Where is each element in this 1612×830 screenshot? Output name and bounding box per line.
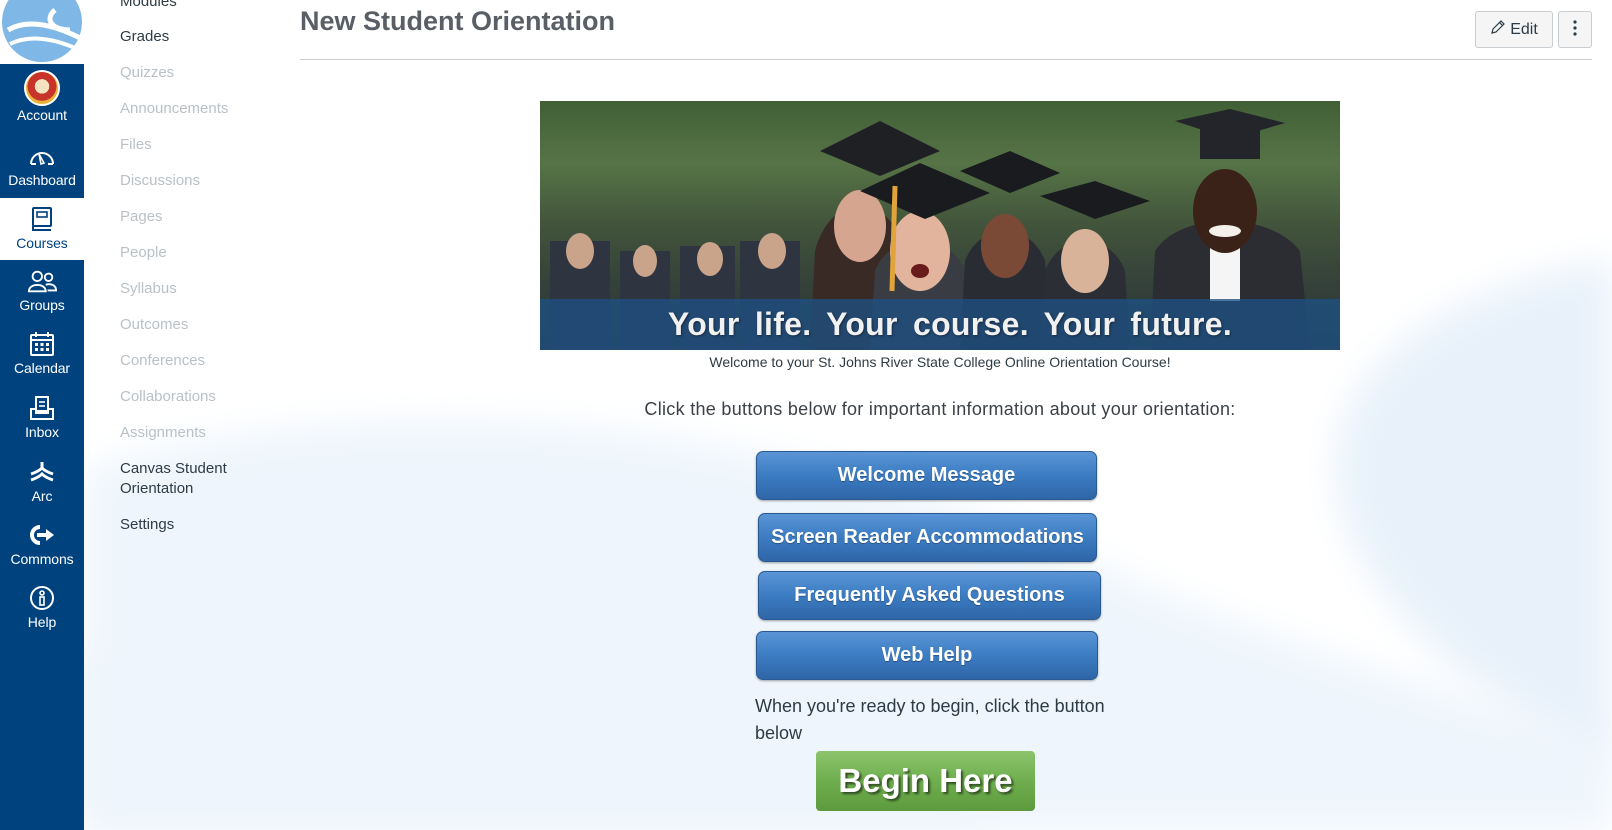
- nav-commons[interactable]: Commons: [0, 514, 84, 576]
- nav-inbox-label: Inbox: [25, 424, 59, 440]
- nav-inbox[interactable]: Inbox: [0, 387, 84, 449]
- nav-account-label: Account: [17, 107, 67, 123]
- edit-label: Edit: [1510, 20, 1538, 38]
- nav-calendar-label: Calendar: [13, 360, 70, 376]
- nav-account[interactable]: Account: [0, 64, 84, 132]
- calendar-icon: [27, 329, 57, 359]
- faq-button[interactable]: Frequently Asked Questions: [758, 571, 1101, 620]
- welcome-message-button[interactable]: Welcome Message: [756, 451, 1097, 500]
- nav-courses-label: Courses: [16, 235, 68, 251]
- commons-icon: [27, 520, 57, 550]
- nav-groups-label: Groups: [19, 297, 65, 313]
- course-nav-discussions[interactable]: Discussions: [120, 171, 200, 191]
- page-title: New Student Orientation: [300, 6, 616, 36]
- nav-help[interactable]: Help: [0, 577, 84, 639]
- course-nav-modules[interactable]: Modules: [120, 0, 177, 12]
- pencil-icon: [1490, 19, 1506, 40]
- course-nav-quizzes[interactable]: Quizzes: [120, 63, 174, 83]
- nav-dashboard[interactable]: Dashboard: [0, 135, 84, 197]
- header-divider: [300, 59, 1592, 60]
- instructions-text: Click the buttons below for important in…: [644, 399, 1236, 419]
- ready-to-begin-text: When you're ready to begin, click the bu…: [755, 696, 1105, 743]
- college-logo[interactable]: [0, 0, 84, 64]
- course-nav-people[interactable]: People: [120, 243, 167, 263]
- nav-commons-label: Commons: [10, 551, 74, 567]
- avatar: [24, 70, 60, 106]
- course-nav-outcomes[interactable]: Outcomes: [120, 315, 188, 335]
- wave-logo-icon: [2, 0, 84, 62]
- course-nav-syllabus[interactable]: Syllabus: [120, 279, 177, 299]
- nav-help-label: Help: [27, 614, 57, 630]
- nav-groups[interactable]: Groups: [0, 260, 84, 322]
- banner-tagline-strip: Your life. Your course. Your future.: [540, 299, 1340, 350]
- course-nav-grades[interactable]: Grades: [120, 27, 169, 47]
- course-nav-files[interactable]: Files: [120, 135, 152, 155]
- banner-tagline: Your life. Your course. Your future.: [667, 306, 1233, 342]
- global-navigation: Account Dashboard Courses Groups Calenda…: [0, 0, 84, 830]
- nav-calendar[interactable]: Calendar: [0, 323, 84, 385]
- welcome-caption: Welcome to your St. Johns River State Co…: [709, 354, 1171, 370]
- arc-icon: [27, 457, 57, 487]
- nav-dashboard-label: Dashboard: [8, 172, 76, 188]
- begin-here-button[interactable]: Begin Here: [816, 751, 1035, 811]
- course-nav-canvas-student-orientation[interactable]: Canvas Student Orientation: [120, 459, 250, 499]
- course-nav-assignments[interactable]: Assignments: [120, 423, 206, 443]
- nav-courses[interactable]: Courses: [0, 198, 84, 260]
- groups-icon: [27, 266, 57, 296]
- more-options-button[interactable]: [1558, 11, 1592, 48]
- dashboard-gauge-icon: [27, 141, 57, 171]
- nav-arc[interactable]: Arc: [0, 451, 84, 513]
- book-icon: [27, 204, 57, 234]
- course-nav-announcements[interactable]: Announcements: [120, 99, 228, 119]
- help-icon: [27, 583, 57, 613]
- course-nav-collaborations[interactable]: Collaborations: [120, 387, 216, 407]
- graduation-banner-image: Your life. Your course. Your future.: [540, 101, 1340, 350]
- edit-button[interactable]: Edit: [1475, 11, 1553, 48]
- inbox-icon: [27, 393, 57, 423]
- kebab-icon: [1573, 20, 1577, 39]
- screen-reader-accommodations-button[interactable]: Screen Reader Accommodations: [758, 513, 1097, 562]
- nav-arc-label: Arc: [31, 488, 53, 504]
- web-help-button[interactable]: Web Help: [756, 631, 1098, 680]
- course-nav-conferences[interactable]: Conferences: [120, 351, 205, 371]
- course-nav-settings[interactable]: Settings: [120, 515, 174, 535]
- course-nav-pages[interactable]: Pages: [120, 207, 163, 227]
